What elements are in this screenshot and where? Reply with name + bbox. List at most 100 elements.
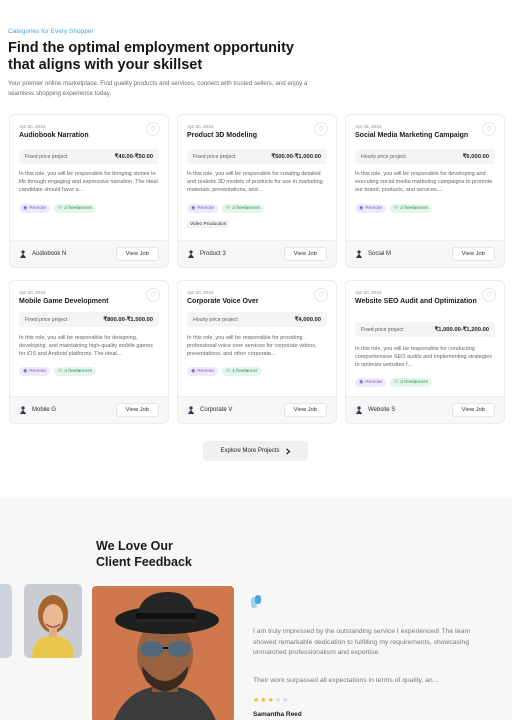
job-tags: ◉ Remote ⚇ 2 freelancers <box>19 204 97 213</box>
explore-label: Explore More Projects <box>220 448 280 454</box>
freelancers-tag: ⚇ 2 freelancers <box>389 204 433 213</box>
reviewer-name: Samantha Reed <box>253 711 302 718</box>
company: Audiobook N <box>19 250 66 258</box>
job-title: Mobile Game Development <box>19 298 109 305</box>
job-title: Website SEO Audit and Optimization <box>355 298 477 305</box>
people-icon: ⚇ <box>393 380 399 385</box>
favorite-heart-icon[interactable]: ♡ <box>482 288 496 302</box>
card-footer: Corporate V View Job <box>178 396 336 423</box>
chevron-right-icon <box>285 447 290 455</box>
client-thumbnail[interactable] <box>24 584 82 658</box>
category-tag: Video Production <box>187 220 230 228</box>
favorite-heart-icon[interactable]: ♡ <box>146 122 160 136</box>
hero-section: Categories for Every Shopper Find the op… <box>8 28 308 74</box>
rating-stars: ★ ★ ★ ★ ★ <box>253 697 288 704</box>
star-empty-icon: ★ <box>274 697 282 704</box>
explore-more-projects-button[interactable]: Explore More Projects <box>203 441 308 461</box>
company-icon <box>19 250 27 258</box>
company: Product 3 <box>187 250 226 258</box>
company: Mobile G <box>19 406 56 414</box>
company: Website S <box>355 406 395 414</box>
price-box: Fixed price project ₹1,000.00-₹1,200.00 <box>355 322 495 337</box>
location-pin-icon: ◉ <box>359 206 364 211</box>
location-pin-icon: ◉ <box>359 380 364 385</box>
star-empty-icon: ★ <box>282 697 289 704</box>
remote-tag: ◉ Remote <box>355 204 386 213</box>
quote-icon <box>251 595 261 608</box>
remote-label: Remote <box>197 369 214 374</box>
location-pin-icon: ◉ <box>23 206 28 211</box>
freelancers-label: 2 freelancers <box>400 206 429 211</box>
remote-tag: ◉ Remote <box>187 204 218 213</box>
view-job-button[interactable]: View Job <box>283 403 327 417</box>
remote-tag: ◉ Remote <box>187 367 218 376</box>
job-description: In this role, you will be responsible fo… <box>187 335 317 357</box>
price-value: ₹1,000.00-₹1,200.00 <box>434 326 489 333</box>
job-date: Apr 30, 2024 <box>187 124 214 129</box>
company-name: Social M <box>368 251 392 257</box>
favorite-heart-icon[interactable]: ♡ <box>314 122 328 136</box>
view-job-button[interactable]: View Job <box>115 247 159 261</box>
hero-eyebrow: Categories for Every Shopper <box>8 28 94 35</box>
freelancers-label: 2 freelancers <box>232 206 261 211</box>
people-icon: ⚇ <box>225 206 231 211</box>
star-filled-icon: ★ <box>267 697 274 704</box>
job-description: In this role, you will be responsible fo… <box>19 171 158 193</box>
job-date: Apr 26, 2024 <box>355 124 382 129</box>
job-title: Product 3D Modeling <box>187 132 257 139</box>
remote-label: Remote <box>365 206 382 211</box>
favorite-heart-icon[interactable]: ♡ <box>482 122 496 136</box>
job-card: Apr 30, 2024 Website SEO Audit and Optim… <box>345 280 505 424</box>
company-name: Product 3 <box>200 251 226 257</box>
price-type: Fixed price project <box>193 153 236 160</box>
card-footer: Website S View Job <box>346 396 504 423</box>
price-value: ₹500.00-₹1,000.00 <box>271 153 321 160</box>
favorite-heart-icon[interactable]: ♡ <box>314 288 328 302</box>
job-date: Apr 30, 2024 <box>19 290 46 295</box>
price-box: Fixed price project ₹500.00-₹1,000.00 <box>187 149 327 164</box>
company-icon <box>187 250 195 258</box>
job-date: Apr 30, 2024 <box>355 290 382 295</box>
price-type: Fixed price project <box>25 153 68 160</box>
job-tags: ◉ Remote ⚇ 3 freelancers <box>355 378 433 387</box>
job-title: Corporate Voice Over <box>187 298 259 305</box>
freelancers-tag: ⚇ 2 freelancers <box>221 204 265 213</box>
freelancers-tag: ⚇ 3 freelancers <box>389 378 433 387</box>
job-tags: ◉ Remote ⚇ 3 freelancers <box>19 367 97 376</box>
company-name: Mobile G <box>32 407 57 413</box>
price-box: Fixed price project ₹800.00-₹1,500.00 <box>19 312 159 327</box>
card-footer: Audiobook N View Job <box>10 240 168 267</box>
job-title: Audiobook Narration <box>19 132 89 139</box>
job-tags: ◉ Remote ⚇ 2 freelancers <box>187 204 265 213</box>
remote-label: Remote <box>365 380 382 385</box>
price-type: Hourly price project <box>361 153 406 160</box>
favorite-heart-icon[interactable]: ♡ <box>146 288 160 302</box>
featured-client-photo <box>90 584 236 720</box>
view-job-button[interactable]: View Job <box>451 247 495 261</box>
freelancers-label: 3 freelancers <box>64 369 93 374</box>
remote-label: Remote <box>197 206 214 211</box>
job-title: Social Media Marketing Campaign <box>355 132 469 139</box>
location-pin-icon: ◉ <box>191 369 196 374</box>
location-pin-icon: ◉ <box>23 369 28 374</box>
job-card: Apr 30, 2024 Product 3D Modeling ♡ Fixed… <box>177 114 337 268</box>
previous-client-thumbnail[interactable] <box>0 584 12 658</box>
price-box: Hourly price project ₹4,000.00 <box>187 312 327 327</box>
job-description: In this role, you will be responsible fo… <box>355 171 493 193</box>
company-icon <box>19 406 27 414</box>
price-value: ₹40.00-₹50.00 <box>114 153 153 160</box>
price-value: ₹6,000.00 <box>462 153 489 160</box>
job-card: Apr 30, 2024 Mobile Game Development ♡ F… <box>9 280 169 424</box>
job-description: In this role, you will be responsible fo… <box>355 346 492 368</box>
company: Social M <box>355 250 391 258</box>
client-avatar-woman <box>24 584 82 658</box>
job-card: Apr 30, 2024 Audiobook Narration ♡ Fixed… <box>9 114 169 268</box>
freelancers-tag: ⚇ 3 freelancers <box>53 367 97 376</box>
price-type: Hourly price project <box>193 316 238 323</box>
card-footer: Mobile G View Job <box>10 396 168 423</box>
freelancers-label: 1 freelancer <box>232 369 258 374</box>
view-job-button[interactable]: View Job <box>115 403 159 417</box>
view-job-button[interactable]: View Job <box>451 403 495 417</box>
view-job-button[interactable]: View Job <box>283 247 327 261</box>
client-feedback-section: We Love Our Client Feedback I am truly i… <box>0 498 512 720</box>
